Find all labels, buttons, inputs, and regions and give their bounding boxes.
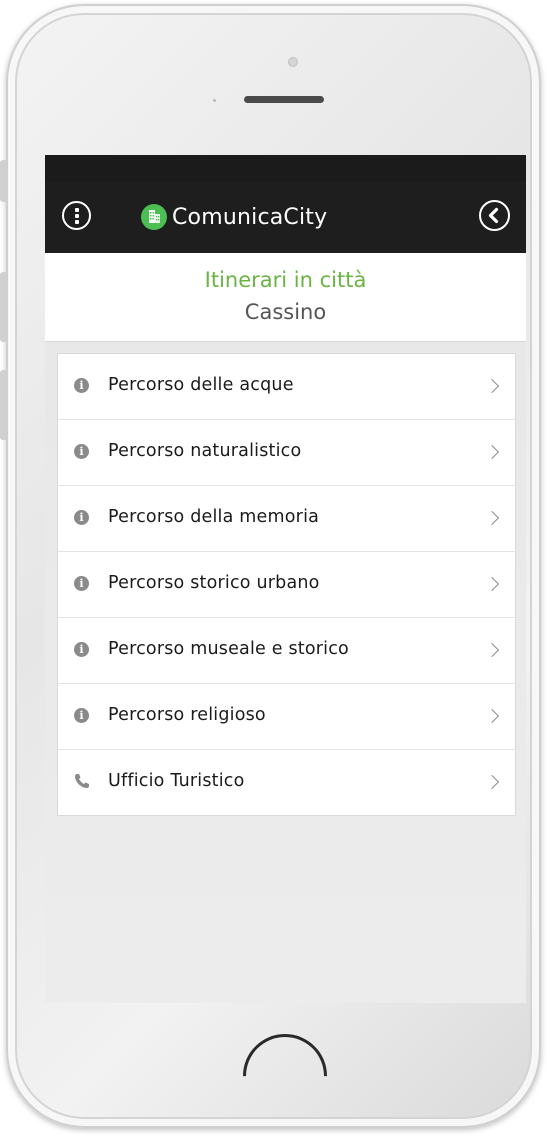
app-logo: ComunicaCity xyxy=(141,201,327,233)
list-item[interactable]: i Percorso museale e storico xyxy=(58,618,515,684)
phone-screen: ComunicaCity Itinerari in città Cassino … xyxy=(45,155,526,1003)
menu-dot xyxy=(74,220,79,224)
front-camera xyxy=(288,57,298,67)
info-icon: i xyxy=(74,378,89,393)
list-item-label: Percorso storico urbano xyxy=(108,573,320,593)
phone-icon xyxy=(73,772,91,790)
list-item[interactable]: i Percorso storico urbano xyxy=(58,552,515,618)
mute-switch xyxy=(0,160,6,202)
list-item-label: Ufficio Turistico xyxy=(108,771,245,791)
list-item[interactable]: Ufficio Turistico xyxy=(58,750,515,815)
menu-dot xyxy=(74,214,79,218)
list-item-label: Percorso religioso xyxy=(108,705,266,725)
chevron-right-icon xyxy=(484,708,500,724)
phone-frame: ComunicaCity Itinerari in città Cassino … xyxy=(6,4,541,1135)
chevron-right-icon xyxy=(484,444,500,460)
status-bar xyxy=(45,155,526,182)
home-button[interactable] xyxy=(225,1016,345,1135)
app-bar: ComunicaCity xyxy=(45,182,526,253)
chevron-right-icon xyxy=(484,642,500,658)
list-item[interactable]: i Percorso della memoria xyxy=(58,486,515,552)
chevron-left-icon[interactable] xyxy=(479,200,510,231)
chevron-right-icon xyxy=(484,378,500,394)
volume-up-button xyxy=(0,272,6,342)
info-icon: i xyxy=(74,708,89,723)
list-item-label: Percorso della memoria xyxy=(108,507,320,527)
info-icon: i xyxy=(74,510,89,525)
list-item[interactable]: i Percorso religioso xyxy=(58,684,515,750)
earpiece-speaker xyxy=(244,96,324,103)
list-item[interactable]: i Percorso delle acque xyxy=(58,354,515,420)
page-title: Itinerari in città xyxy=(204,268,367,292)
chevron-right-icon xyxy=(484,576,500,592)
list-item-label: Percorso museale e storico xyxy=(108,639,349,659)
chevron-right-icon xyxy=(484,774,500,790)
info-icon: i xyxy=(74,642,89,657)
app-brand-name: ComunicaCity xyxy=(172,204,328,230)
list-item[interactable]: i Percorso naturalistico xyxy=(58,420,515,486)
itinerary-list: i Percorso delle acque i Percorso natura… xyxy=(57,353,516,816)
more-vertical-icon[interactable] xyxy=(62,201,91,230)
page-header: Itinerari in città Cassino xyxy=(45,253,526,342)
chevron-right-icon xyxy=(484,510,500,526)
list-item-label: Percorso delle acque xyxy=(108,375,294,395)
proximity-sensor xyxy=(213,99,216,102)
info-icon: i xyxy=(74,444,89,459)
city-building-icon xyxy=(141,204,167,230)
list-item-label: Percorso naturalistico xyxy=(108,441,302,461)
volume-down-button xyxy=(0,370,6,440)
menu-dot xyxy=(74,208,79,212)
info-icon: i xyxy=(74,576,89,591)
page-subtitle: Cassino xyxy=(244,300,327,324)
content-area: i Percorso delle acque i Percorso natura… xyxy=(45,342,526,1003)
